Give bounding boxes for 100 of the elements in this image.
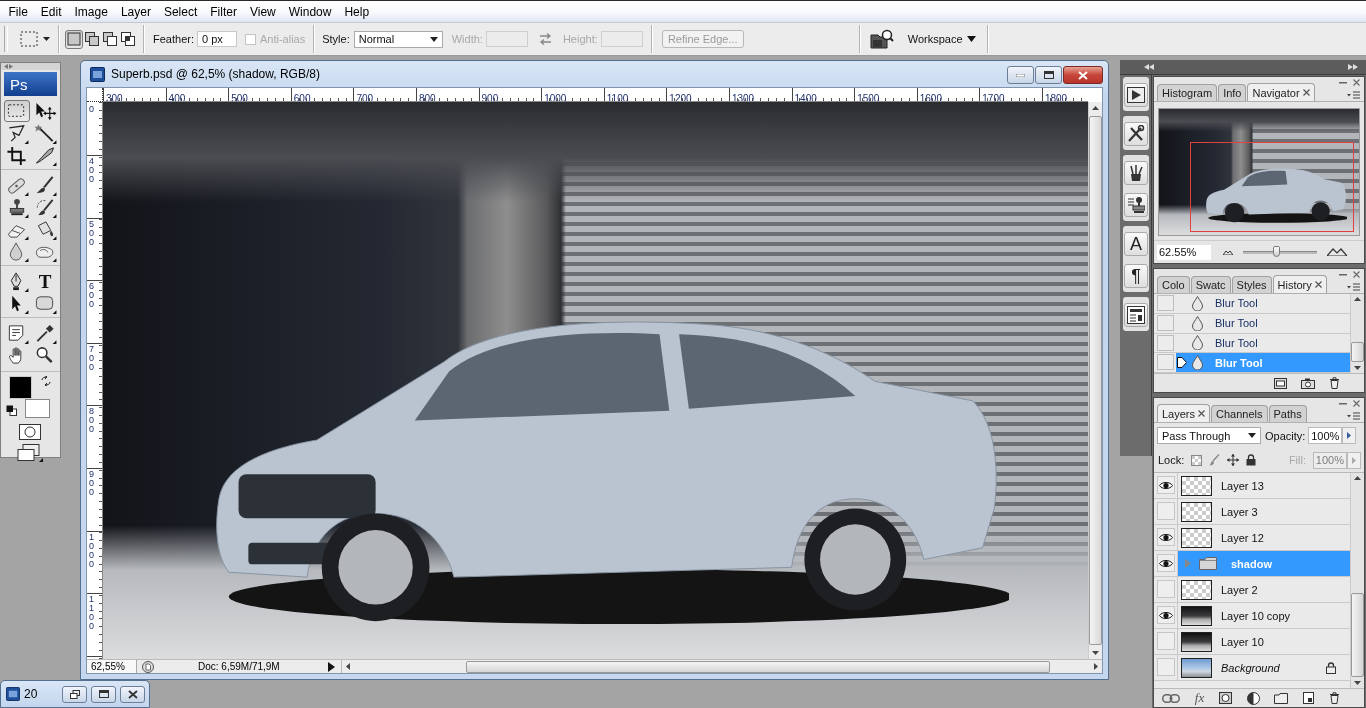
panel-tab[interactable]: Info [1218, 84, 1247, 101]
blend-mode-dropdown[interactable]: Pass Through [1157, 427, 1261, 444]
menu-item[interactable]: Help [337, 4, 376, 19]
close-icon[interactable] [1353, 400, 1360, 407]
marquee-tool[interactable] [4, 100, 30, 122]
scroll-down-icon[interactable] [1092, 651, 1099, 655]
background-swatch[interactable] [25, 399, 50, 418]
panel-menu-icon[interactable] [1347, 91, 1360, 99]
selection-mode-button[interactable] [101, 29, 119, 49]
visibility-toggle[interactable] [1157, 554, 1175, 572]
paragraph-button[interactable]: ¶ [1124, 264, 1148, 288]
trash-icon[interactable] [1329, 692, 1340, 704]
history-pointer-icon[interactable] [1177, 357, 1187, 369]
tool-presets-button[interactable] [1124, 122, 1148, 146]
panel-tab[interactable]: History [1272, 275, 1327, 293]
minimize-icon[interactable] [1339, 273, 1347, 276]
mini-swatches-icon[interactable] [6, 405, 17, 416]
close-icon[interactable] [1302, 89, 1310, 96]
ruler-origin[interactable] [87, 88, 103, 102]
style-dropdown[interactable]: Normal [353, 30, 443, 48]
panel-tab[interactable]: Swatc [1190, 276, 1231, 293]
panel-tab[interactable]: Layers [1157, 404, 1211, 422]
actions-button[interactable] [1124, 83, 1148, 107]
lock-icon[interactable] [1246, 454, 1257, 466]
panel-tab[interactable]: Navigator [1247, 83, 1315, 101]
new-document-icon[interactable] [1274, 377, 1287, 389]
maximize-button[interactable] [1035, 66, 1062, 84]
minimize-icon[interactable] [1339, 81, 1347, 84]
minimized-window[interactable]: 20 [0, 680, 150, 708]
clone-source-button[interactable] [1124, 193, 1148, 217]
folder-magnifier-icon[interactable] [869, 29, 894, 49]
new-page-icon[interactable] [1303, 692, 1315, 704]
screen-mode-button[interactable] [17, 444, 43, 462]
menu-item[interactable]: View [243, 4, 283, 19]
menu-item[interactable]: Image [68, 4, 115, 19]
layer-row[interactable]: Layer 10 copy [1177, 603, 1350, 628]
mask-icon[interactable] [1218, 692, 1232, 704]
visibility-toggle[interactable] [1157, 580, 1175, 598]
menu-item[interactable]: File [2, 4, 35, 19]
minimize-icon[interactable] [1339, 402, 1347, 405]
close-button[interactable] [1063, 66, 1103, 84]
camera-icon[interactable] [1301, 377, 1315, 389]
folder-icon[interactable] [1274, 692, 1289, 704]
close-icon[interactable] [1353, 79, 1360, 86]
zoom-field[interactable]: 62,55% [87, 660, 137, 673]
checker-square-icon[interactable] [1191, 454, 1203, 466]
fill-slider-button[interactable] [1347, 451, 1361, 469]
workspace-button[interactable]: Workspace [907, 33, 976, 45]
scrollbar[interactable] [1350, 294, 1364, 373]
panel-tab[interactable]: Colo [1157, 276, 1190, 293]
visibility-toggle[interactable] [1157, 606, 1175, 624]
menu-arrow-icon[interactable] [328, 661, 335, 672]
menu-item[interactable]: Edit [34, 4, 69, 19]
scroll-left-icon[interactable] [346, 663, 350, 670]
quick-mask-button[interactable] [19, 424, 41, 440]
scroll-thumb[interactable] [1351, 342, 1364, 362]
selection-mode-button[interactable] [83, 29, 101, 49]
view-area-frame[interactable] [1190, 142, 1354, 232]
scroll-thumb[interactable] [1351, 593, 1364, 677]
magic-wand-tool[interactable] [32, 122, 58, 144]
collapse-arrows-icon[interactable] [4, 64, 13, 69]
feather-field[interactable]: 0 px [196, 31, 237, 47]
menu-item[interactable]: Select [157, 4, 204, 19]
restore-button[interactable] [62, 685, 87, 703]
link-icon[interactable] [1162, 693, 1180, 703]
selection-mode-button[interactable] [119, 29, 137, 49]
zoom-field[interactable]: 62.55% [1157, 244, 1211, 260]
opacity-slider-button[interactable] [1342, 427, 1357, 444]
layer-row[interactable]: Layer 10 [1177, 629, 1350, 654]
scroll-down-icon[interactable] [1354, 681, 1361, 685]
scroll-up-icon[interactable] [1354, 476, 1361, 480]
menu-item[interactable]: Window [282, 4, 338, 19]
scroll-thumb[interactable] [466, 660, 1050, 673]
trash-icon[interactable] [1329, 377, 1340, 389]
brush-icon[interactable] [1209, 454, 1221, 466]
panel-menu-icon[interactable] [1347, 283, 1360, 291]
panel-tab[interactable]: Histogram [1157, 84, 1218, 101]
scroll-right-icon[interactable] [1094, 663, 1098, 670]
visibility-toggle[interactable] [1157, 658, 1175, 676]
close-icon[interactable] [1353, 271, 1360, 278]
history-state[interactable]: Blur Tool [1176, 313, 1350, 333]
character-button[interactable]: A [1124, 232, 1148, 256]
panel-menu-icon[interactable] [1347, 412, 1360, 420]
panel-tab[interactable]: Styles [1231, 276, 1272, 293]
minimize-button[interactable] [1007, 66, 1034, 84]
tool-preset-picker[interactable] [18, 29, 52, 49]
scroll-up-icon[interactable] [1354, 297, 1361, 301]
small-mountain-icon[interactable] [1223, 249, 1233, 255]
history-state[interactable]: Blur Tool [1176, 333, 1350, 353]
layer-style-button[interactable]: fx [1194, 690, 1205, 706]
half-circle-icon[interactable] [1246, 691, 1260, 705]
visibility-toggle[interactable] [1157, 502, 1175, 520]
large-mountain-icon[interactable] [1327, 248, 1347, 256]
scroll-down-icon[interactable] [1354, 366, 1361, 370]
layer-row[interactable]: Background [1177, 655, 1350, 680]
layer-row[interactable]: Layer 13 [1177, 473, 1350, 498]
layer-row[interactable]: Layer 2 [1177, 577, 1350, 602]
layer-row[interactable]: Layer 12 [1177, 525, 1350, 550]
swap-arrows-icon[interactable] [41, 376, 51, 386]
move-icon[interactable] [1227, 454, 1240, 466]
